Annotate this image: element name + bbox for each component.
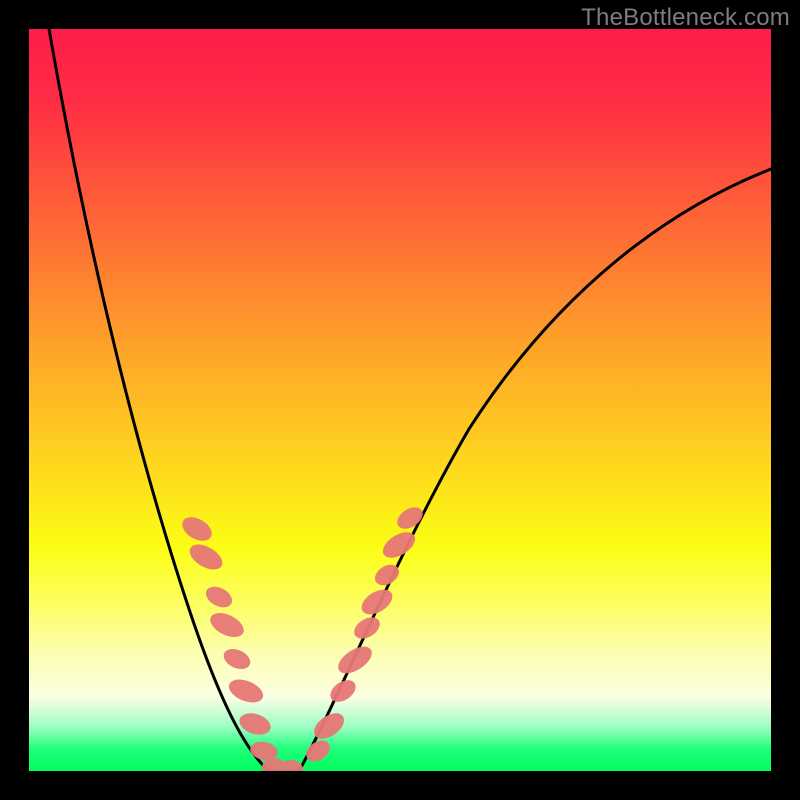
marker-bead: [302, 736, 334, 766]
chart-svg: [29, 29, 771, 771]
chart-frame: TheBottleneck.com: [0, 0, 800, 800]
curve-right: [299, 169, 771, 771]
marker-bead: [334, 641, 377, 678]
marker-bead: [202, 582, 235, 611]
marker-bead: [185, 539, 226, 574]
marker-group: [178, 503, 426, 771]
marker-bead: [221, 645, 254, 673]
marker-bead: [178, 512, 216, 545]
marker-bead: [206, 608, 247, 642]
marker-bead: [350, 613, 383, 643]
marker-bead: [393, 503, 426, 533]
marker-bead: [226, 675, 267, 707]
marker-bead: [357, 585, 396, 620]
watermark-text: TheBottleneck.com: [581, 4, 790, 32]
plot-area: [29, 29, 771, 771]
